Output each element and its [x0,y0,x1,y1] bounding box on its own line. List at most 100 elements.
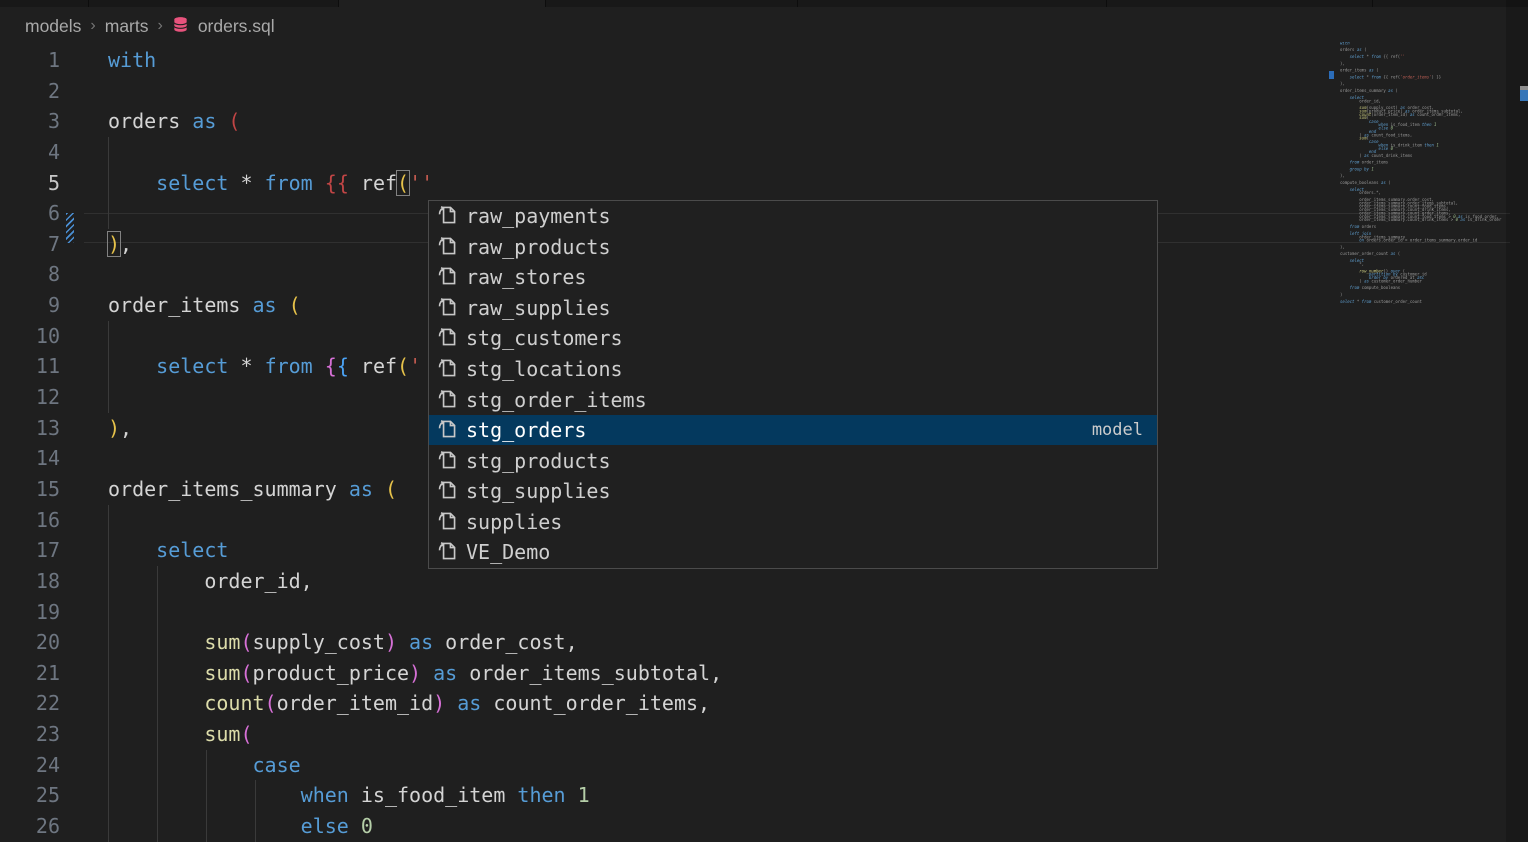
code-line[interactable]: 21 sum(product_price) as order_items_sub… [0,658,1510,689]
breadcrumb-item-models[interactable]: models [25,16,81,37]
code-text: else 0 [108,811,373,842]
file-reference-icon [429,356,466,382]
suggest-item-label: stg_orders [466,418,586,442]
code-line[interactable]: 1 with [0,45,1510,76]
suggest-item-label: stg_products [466,449,611,473]
suggest-item-label: stg_locations [466,357,623,381]
suggest-item-label: supplies [466,510,562,534]
suggest-item-stg_order_items[interactable]: stg_order_items [429,384,1157,415]
minimap-modified-marker [1329,71,1334,79]
suggest-item-label: raw_products [466,235,611,259]
tab-bar[interactable] [0,0,1528,7]
line-number: 24 [0,750,60,781]
suggest-item-label: VE_Demo [466,540,550,564]
chevron-right-icon: › [90,17,95,35]
code-line[interactable]: 25 when is_food_item then 1 [0,780,1510,811]
file-reference-icon [429,387,466,413]
file-reference-icon [429,264,466,290]
line-number: 1 [0,45,60,76]
suggest-item-label: stg_order_items [466,388,647,412]
line-number: 16 [0,505,60,536]
line-number: 18 [0,566,60,597]
minimap-code: with orders as ( select * from {{ ref(''… [1340,42,1412,304]
tab-divider [338,0,339,7]
suggest-item-supplies[interactable]: supplies [429,506,1157,537]
code-line[interactable]: 23 sum( [0,719,1510,750]
code-text: sum( [108,719,253,750]
suggest-item-stg_customers[interactable]: stg_customers [429,323,1157,354]
tab-active[interactable] [338,0,545,7]
suggest-item-stg_supplies[interactable]: stg_supplies [429,476,1157,507]
suggest-item-stg_orders[interactable]: stg_ordersmodel [429,415,1157,446]
line-number: 25 [0,780,60,811]
suggest-item-stg_products[interactable]: stg_products [429,445,1157,476]
line-number: 12 [0,382,60,413]
code-line[interactable]: 2 [0,76,1510,107]
code-line[interactable]: 19 [0,597,1510,628]
code-text: sum(supply_cost) as order_cost, [108,627,578,658]
line-number: 4 [0,137,60,168]
suggest-item-label: raw_payments [466,204,611,228]
tab-divider [1106,0,1107,7]
tab-divider [545,0,546,7]
breadcrumb: models›marts›orders.sql [0,7,1528,45]
code-text: ), [108,229,132,260]
suggest-item-raw_stores[interactable]: raw_stores [429,262,1157,293]
code-text: select [108,535,228,566]
line-number: 23 [0,719,60,750]
line-number: 5 [0,168,60,199]
code-text: select * from {{ ref(' [108,351,421,382]
file-reference-icon [429,295,466,321]
code-text: count(order_item_id) as count_order_item… [108,688,710,719]
suggest-item-raw_payments[interactable]: raw_payments [429,201,1157,232]
code-line[interactable]: 26 else 0 [0,811,1510,842]
file-reference-icon [429,325,466,351]
minimap[interactable]: with orders as ( select * from {{ ref(''… [1340,42,1520,822]
line-number: 17 [0,535,60,566]
indent-guide [255,780,256,841]
autocomplete-suggest-widget[interactable]: raw_payments raw_products raw_stores raw_su… [428,200,1158,569]
line-number: 3 [0,106,60,137]
code-line[interactable]: 24 case [0,750,1510,781]
vscode-editor-window: models›marts›orders.sql 1with23orders as… [0,0,1528,842]
code-line[interactable]: 22 count(order_item_id) as count_order_i… [0,688,1510,719]
line-number: 19 [0,597,60,628]
code-line[interactable]: 4 [0,137,1510,168]
tab-divider [1372,0,1373,7]
code-line[interactable]: 20 sum(supply_cost) as order_cost, [0,627,1510,658]
suggest-item-raw_supplies[interactable]: raw_supplies [429,293,1157,324]
line-number: 15 [0,474,60,505]
suggest-item-stg_locations[interactable]: stg_locations [429,354,1157,385]
line-number: 8 [0,259,60,290]
suggest-item-VE_Demo[interactable]: VE_Demo [429,537,1157,568]
file-reference-icon [429,478,466,504]
indent-guide [108,505,109,842]
database-icon [172,14,189,38]
indent-guide [108,137,109,229]
line-number: 9 [0,290,60,321]
indent-guide [157,566,158,842]
suggest-item-label: raw_supplies [466,296,611,320]
tab-divider [797,0,798,7]
code-text: with [108,45,156,76]
code-line[interactable]: 5 select * from {{ ref('' [0,168,1510,199]
line-number: 6 [0,198,60,229]
line-number: 21 [0,658,60,689]
suggest-item-raw_products[interactable]: raw_products [429,232,1157,263]
code-line[interactable]: 3orders as ( [0,106,1510,137]
overview-ruler-mark-blue [1520,90,1528,101]
breadcrumb-item-marts[interactable]: marts [105,16,149,37]
code-text: ), [108,413,132,444]
indent-guide [206,750,207,842]
file-reference-icon [429,448,466,474]
file-reference-icon [429,417,466,443]
file-reference-icon [429,203,466,229]
line-number: 26 [0,811,60,842]
line-number: 7 [0,229,60,260]
breadcrumb-item-orders-sql[interactable]: orders.sql [198,16,275,37]
suggest-item-label: stg_supplies [466,479,611,503]
file-reference-icon [429,539,466,565]
code-line[interactable]: 18 order_id, [0,566,1510,597]
file-reference-icon [429,509,466,535]
code-text: sum(product_price) as order_items_subtot… [108,658,722,689]
